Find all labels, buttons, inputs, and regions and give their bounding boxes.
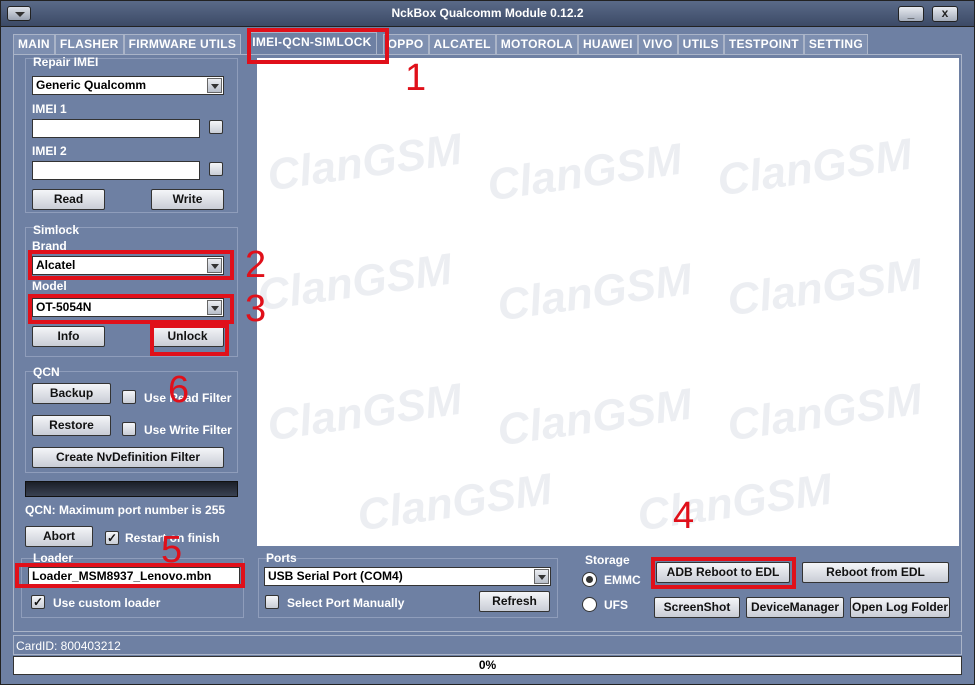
window-title: NckBox Qualcomm Module 0.12.2 [391,6,584,20]
qcn-port-note: QCN: Maximum port number is 255 [25,503,226,517]
info-button[interactable]: Info [32,326,105,347]
tab-firmware-utils[interactable]: FIRMWARE UTILS [123,34,242,54]
read-button[interactable]: Read [32,189,105,210]
tab-bar: MAIN FLASHER FIRMWARE UTILS IMEI-QCN-SIM… [13,32,868,54]
imei2-field[interactable] [32,161,200,180]
reboot-from-edl-button[interactable]: Reboot from EDL [802,562,949,583]
tab-alcatel[interactable]: ALCATEL [428,34,496,54]
write-filter-checkbox[interactable] [122,422,136,436]
status-bar: CardID: 800403212 [13,635,962,655]
open-log-folder-button[interactable]: Open Log Folder [850,597,950,618]
ufs-radio[interactable] [582,597,597,612]
read-filter-checkbox[interactable] [122,390,136,404]
watermark: ClanGSM [484,134,685,211]
port-select[interactable]: USB Serial Port (COM4) [264,567,551,586]
card-id: CardID: 800403212 [16,639,121,653]
watermark: ClanGSM [354,464,555,541]
tab-testpoint[interactable]: TESTPOINT [723,34,804,54]
annotation-box [28,250,234,280]
use-custom-loader-checkbox[interactable]: ✓ [31,595,45,609]
tab-huawei[interactable]: HUAWEI [577,34,638,54]
repair-imei-title: Repair IMEI [33,55,99,69]
annotation-number: 4 [673,495,695,537]
restart-on-finish-checkbox[interactable]: ✓ [105,531,119,545]
log-output: ClanGSM ClanGSM ClanGSM ClanGSM ClanGSM … [254,58,959,546]
model-label: Model [32,279,67,293]
annotation-box [28,294,234,324]
imei1-checkbox[interactable] [209,120,223,134]
imei1-field[interactable] [32,119,200,138]
tab-motorola[interactable]: MOTOROLA [495,34,578,54]
imei1-label: IMEI 1 [32,102,67,116]
imei2-label: IMEI 2 [32,144,67,158]
tab-oppo[interactable]: OPPO [382,34,429,54]
watermark: ClanGSM [254,244,455,321]
watermark: ClanGSM [264,124,465,201]
ports-title: Ports [266,551,297,565]
annotation-number: 2 [245,244,267,286]
use-custom-loader-label: Use custom loader [53,596,161,610]
abort-button[interactable]: Abort [25,526,93,547]
watermark: ClanGSM [494,379,695,456]
title-bar: NckBox Qualcomm Module 0.12.2 _ x [1,1,974,27]
simlock-title: Simlock [33,223,80,237]
annotation-number: 6 [168,369,190,411]
annotation-box [247,28,389,64]
annotation-box [651,557,796,589]
imei2-checkbox[interactable] [209,162,223,176]
watermark: ClanGSM [714,129,915,206]
annotation-box [150,324,229,356]
device-manager-button[interactable]: DeviceManager [746,597,844,618]
port-value: USB Serial Port (COM4) [268,569,403,583]
watermark: ClanGSM [634,464,835,541]
imei-model-value: Generic Qualcomm [36,78,147,92]
watermark: ClanGSM [494,254,695,331]
watermark: ClanGSM [264,374,465,451]
tab-vivo[interactable]: VIVO [637,34,678,54]
tab-utils[interactable]: UTILS [677,34,724,54]
tab-setting[interactable]: SETTING [803,34,868,54]
minimize-button[interactable]: _ [898,6,924,22]
imei-model-select[interactable]: Generic Qualcomm [32,76,224,95]
backup-button[interactable]: Backup [32,383,111,404]
emmc-label: EMMC [604,573,641,587]
storage-title: Storage [585,553,630,567]
watermark: ClanGSM [724,249,925,326]
select-port-manually-checkbox[interactable] [265,595,279,609]
restore-button[interactable]: Restore [32,415,111,436]
emmc-radio[interactable] [582,572,597,587]
ufs-label: UFS [604,598,628,612]
write-filter-label: Use Write Filter [144,423,232,437]
annotation-number: 3 [245,288,267,330]
create-nvdefinition-filter-button[interactable]: Create NvDefinition Filter [32,447,224,468]
annotation-box [15,563,245,588]
screenshot-button[interactable]: ScreenShot [654,597,740,618]
select-port-manually-label: Select Port Manually [287,596,405,610]
tab-flasher[interactable]: FLASHER [54,34,124,54]
chevron-down-icon[interactable] [207,78,222,93]
refresh-button[interactable]: Refresh [479,591,550,612]
progress-bar: 0% [13,656,962,675]
app-window: NckBox Qualcomm Module 0.12.2 _ x MAIN F… [0,0,975,685]
chevron-down-icon[interactable] [534,569,549,584]
tab-main[interactable]: MAIN [13,34,55,54]
qcn-title: QCN [33,365,60,379]
watermark: ClanGSM [724,374,925,451]
qcn-progress-bar [25,481,238,497]
write-button[interactable]: Write [151,189,224,210]
annotation-number: 1 [405,57,427,99]
close-button[interactable]: x [932,6,958,22]
